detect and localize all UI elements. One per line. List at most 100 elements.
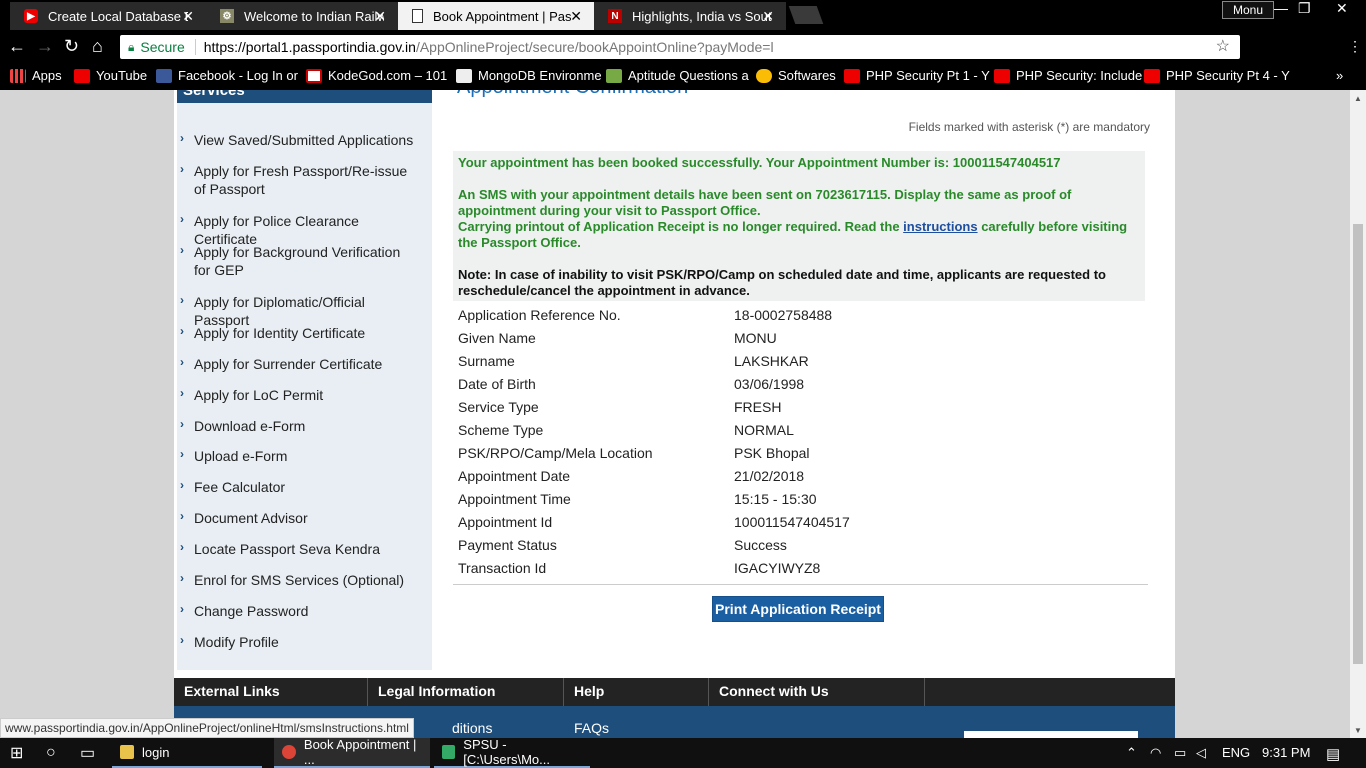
bookmark-facebook[interactable]: Facebook - Log In or [156, 68, 298, 83]
forward-icon[interactable]: → [36, 37, 54, 55]
taskbar-app-label: login [142, 744, 170, 760]
detail-label: PSK/RPO/Camp/Mela Location [458, 445, 653, 461]
sidebar-item-view-saved[interactable]: › View Saved/Submitted Applications [177, 131, 432, 149]
bookmark-mongodb[interactable]: MongoDB Environme [456, 68, 602, 83]
address-bar[interactable]: 🔒︎ Secure https://portal1.passportindia.… [120, 35, 1240, 59]
back-icon[interactable]: ← [8, 37, 26, 55]
tab-title: Book Appointment | Pas [433, 8, 572, 24]
dreamweaver-icon [442, 745, 456, 759]
bookmark-label: PHP Security Pt 4 - Y [1166, 68, 1290, 83]
close-window-icon[interactable]: ✕ [1336, 0, 1348, 17]
sidebar-item-label: Modify Profile [194, 634, 279, 650]
search-circle-icon[interactable]: ○ [46, 738, 56, 768]
page-scrollbar[interactable]: ▲ ▼ [1350, 90, 1366, 738]
sidebar-item-download-eform[interactable]: › Download e-Form [177, 417, 432, 435]
bookmark-php-security-include[interactable]: PHP Security: Include [994, 68, 1142, 83]
home-icon[interactable]: ⌂ [92, 37, 103, 55]
scroll-down-icon[interactable]: ▼ [1354, 726, 1362, 735]
chevron-right-icon: › [180, 131, 184, 145]
scroll-up-icon[interactable]: ▲ [1354, 94, 1362, 103]
footer-link-faqs[interactable]: FAQs [574, 720, 609, 736]
instructions-link[interactable]: instructions [903, 219, 977, 234]
close-icon[interactable]: ✕ [374, 8, 386, 25]
tab-highlights-india[interactable]: N Highlights, India vs South ✕ [594, 2, 786, 30]
url-path: /AppOnlineProject/secure/bookAppointOnli… [415, 39, 774, 55]
taskbar-app-dreamweaver[interactable]: SPSU - [C:\Users\Mo... [434, 737, 590, 768]
youtube-icon: ▶ [24, 9, 38, 23]
language-indicator[interactable]: ENG [1222, 745, 1250, 760]
more-bookmarks-button[interactable]: » [1336, 68, 1343, 83]
chevron-right-icon: › [180, 602, 184, 616]
wifi-icon[interactable]: ◠ [1150, 745, 1161, 761]
bookmark-php-security-4[interactable]: PHP Security Pt 4 - Y [1144, 68, 1290, 83]
close-icon[interactable]: ✕ [762, 8, 774, 25]
taskbar-app-chrome[interactable]: Book Appointment | ... [274, 737, 430, 768]
minimize-icon[interactable]: — [1274, 0, 1288, 16]
clock[interactable]: 9:31 PM [1262, 745, 1310, 760]
detail-value: Success [734, 537, 787, 553]
sidebar-item-upload-eform[interactable]: › Upload e-Form [177, 447, 432, 465]
windows-start-icon[interactable]: ⊞ [10, 738, 23, 768]
youtube-icon [844, 68, 860, 83]
sidebar-item-label: Apply for LoC Permit [194, 387, 324, 403]
detail-value: 21/02/2018 [734, 468, 805, 484]
close-icon[interactable]: ✕ [182, 8, 194, 25]
footer-link-conditions[interactable]: ditions [452, 720, 492, 736]
chevron-up-icon[interactable]: ⌃ [1126, 745, 1137, 761]
bookmark-star-icon[interactable]: ☆ [1216, 36, 1230, 56]
mandatory-note: Fields marked with asterisk (*) are mand… [908, 120, 1150, 134]
profile-button[interactable]: Monu [1222, 1, 1275, 19]
detail-label: Date of Birth [458, 376, 536, 392]
sidebar-item-surrender-certificate[interactable]: › Apply for Surrender Certificate [177, 355, 432, 373]
volume-icon[interactable]: ◁ [1196, 745, 1206, 761]
sidebar-item-change-password[interactable]: › Change Password [177, 602, 432, 620]
bookmark-softwares[interactable]: Softwares [756, 68, 836, 83]
menu-icon[interactable]: ⋮ [1348, 37, 1362, 55]
tab-create-local-database[interactable]: ▶ Create Local Database Ea ✕ [10, 2, 206, 30]
sidebar-item-identity-certificate[interactable]: › Apply for Identity Certificate [177, 324, 432, 342]
sidebar-item-modify-profile[interactable]: › Modify Profile [177, 633, 432, 651]
bookmark-aptitude[interactable]: Aptitude Questions a [606, 68, 749, 83]
bookmark-label: PHP Security Pt 1 - Y [866, 68, 990, 83]
browser-tab-strip: ▶ Create Local Database Ea ✕ ⚙ Welcome t… [0, 0, 1366, 32]
tab-indian-railways[interactable]: ⚙ Welcome to Indian Railw ✕ [206, 2, 398, 30]
scrollbar-thumb[interactable] [1353, 224, 1363, 664]
sidebar-item-locate-psk[interactable]: › Locate Passport Seva Kendra [177, 540, 432, 558]
sidebar-item-label: Apply for Background Verification for GE… [194, 244, 401, 278]
bookmark-youtube[interactable]: YouTube [74, 68, 147, 83]
bookmark-apps[interactable]: Apps [10, 68, 62, 83]
youtube-icon [74, 68, 90, 83]
taskbar-app-login[interactable]: login [112, 738, 262, 768]
bookmark-label: MongoDB Environme [478, 68, 602, 83]
detail-value: 15:15 - 15:30 [734, 491, 817, 507]
success-message-box: Your appointment has been booked success… [453, 151, 1145, 301]
close-icon[interactable]: ✕ [570, 8, 582, 25]
notification-icon[interactable]: ▤ [1326, 745, 1340, 763]
restore-icon[interactable]: ❐ [1298, 0, 1311, 17]
chevron-right-icon: › [180, 324, 184, 338]
tab-book-appointment[interactable]: Book Appointment | Pas ✕ [398, 2, 594, 30]
sidebar-item-loc-permit[interactable]: › Apply for LoC Permit [177, 386, 432, 404]
footer-heading-connect: Connect with Us [709, 678, 925, 706]
task-view-icon[interactable]: ▭ [80, 738, 95, 768]
sidebar-item-fresh-passport[interactable]: › Apply for Fresh Passport/Re-issue of Pa… [177, 162, 432, 198]
sidebar-item-sms-services[interactable]: › Enrol for SMS Services (Optional) [177, 571, 432, 589]
sidebar-item-label: Apply for Surrender Certificate [194, 356, 383, 372]
sidebar-item-document-advisor[interactable]: › Document Advisor [177, 509, 432, 527]
battery-icon[interactable]: ▭ [1174, 745, 1186, 761]
bookmark-php-security-1[interactable]: PHP Security Pt 1 - Y [844, 68, 990, 83]
divider [453, 584, 1148, 585]
bookmark-kodegod[interactable]: KodeGod.com – 101 [306, 68, 447, 83]
detail-row: PSK/RPO/Camp/Mela Location PSK Bhopal [458, 445, 1148, 468]
web-page: Services › View Saved/Submitted Applicati… [0, 90, 1350, 738]
services-sidebar: Services › View Saved/Submitted Applicati… [177, 90, 432, 670]
sidebar-item-background-verification[interactable]: › Apply for Background Verification for G… [177, 243, 432, 279]
separator [194, 39, 196, 55]
sidebar-item-label: Document Advisor [194, 510, 308, 526]
chevron-right-icon: › [180, 212, 184, 226]
reload-icon[interactable]: ↻ [64, 37, 79, 55]
tab-title: Highlights, India vs South [632, 8, 772, 24]
new-tab-button[interactable] [788, 6, 824, 24]
sidebar-item-fee-calculator[interactable]: › Fee Calculator [177, 478, 432, 496]
print-receipt-button[interactable]: Print Application Receipt [712, 596, 884, 622]
